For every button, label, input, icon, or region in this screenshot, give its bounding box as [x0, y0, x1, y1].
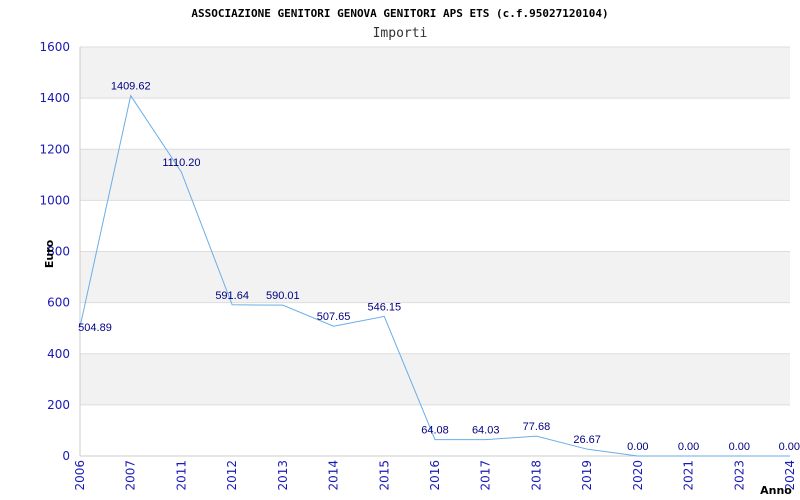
grid-band	[80, 251, 790, 303]
x-tick-label: 2014	[327, 460, 341, 491]
data-label: 590.01	[266, 290, 300, 302]
data-label: 64.03	[472, 425, 500, 437]
data-label: 26.67	[573, 434, 601, 446]
x-axis-ticks: 2006 2007 2011 2012 2013 2014 2015 2016 2017 2018…	[73, 460, 797, 491]
y-tick-label: 400	[47, 347, 70, 361]
y-tick-label: 1400	[39, 91, 70, 105]
data-label: 0.00	[729, 441, 750, 453]
x-tick-label: 2012	[225, 460, 239, 491]
y-tick-label: 1600	[39, 40, 70, 54]
data-label: 0.00	[627, 441, 648, 453]
data-label: 0.00	[779, 441, 800, 453]
data-label: 546.15	[367, 301, 401, 313]
data-label: 1409.62	[111, 81, 151, 93]
grid-band	[80, 353, 790, 405]
x-tick-label: 2016	[428, 460, 442, 491]
chart-title: ASSOCIAZIONE GENITORI GENOVA GENITORI AP…	[191, 7, 608, 20]
x-tick-label: 2018	[529, 460, 543, 491]
data-label: 504.89	[78, 322, 112, 334]
y-tick-label: 1200	[39, 142, 70, 156]
y-tick-label: 600	[47, 296, 70, 310]
x-tick-label: 2023	[732, 460, 746, 491]
x-tick-label: 2021	[682, 460, 696, 491]
x-tick-label: 2013	[276, 460, 290, 491]
data-label: 0.00	[678, 441, 699, 453]
x-tick-label: 2017	[479, 460, 493, 491]
y-tick-label: 0	[62, 449, 70, 463]
y-tick-label: 200	[47, 398, 70, 412]
data-label: 591.64	[215, 290, 249, 302]
line-chart: ASSOCIAZIONE GENITORI GENOVA GENITORI AP…	[39, 7, 800, 497]
data-label: 77.68	[523, 421, 551, 433]
y-axis-label: Euro	[43, 239, 56, 268]
data-label: 64.08	[421, 425, 449, 437]
x-tick-label: 2011	[174, 460, 188, 491]
x-tick-label: 2019	[580, 460, 594, 491]
data-label: 1110.20	[162, 157, 200, 169]
data-label: 507.65	[317, 311, 351, 323]
x-tick-label: 2020	[631, 460, 645, 491]
y-tick-label: 1000	[39, 193, 70, 207]
x-tick-label: 2007	[124, 460, 138, 491]
chart-subtitle: Importi	[373, 26, 428, 41]
x-tick-label: 2015	[377, 460, 391, 491]
grid-bands	[80, 47, 790, 405]
x-axis-label: Anno	[760, 484, 792, 497]
x-tick-label: 2006	[73, 460, 87, 491]
grid-band	[80, 47, 790, 99]
